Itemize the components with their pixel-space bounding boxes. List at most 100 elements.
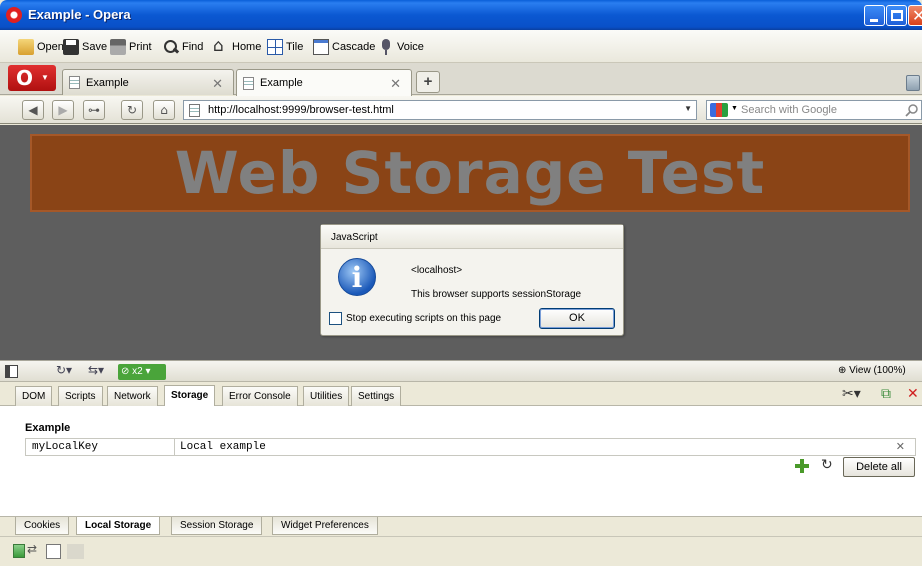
tab-scripts[interactable]: Scripts: [58, 386, 103, 406]
stop-scripts-label[interactable]: Stop executing scripts on this page: [346, 313, 501, 324]
trash-icon[interactable]: [906, 75, 920, 91]
zoom-box-icon[interactable]: [46, 544, 61, 559]
refresh-icon[interactable]: ↻: [821, 457, 833, 473]
voice-label: Voice: [397, 41, 424, 53]
tab-bar: O ▼ Example ✕ Example ✕ +: [0, 63, 922, 96]
find-button[interactable]: Find: [163, 38, 203, 56]
close-window-button[interactable]: ✕: [908, 5, 922, 26]
home-icon[interactable]: ⌂: [153, 100, 175, 120]
page-banner: Web Storage Test: [30, 134, 910, 212]
voice-button[interactable]: Voice: [378, 38, 424, 56]
open-label: Open: [37, 41, 64, 53]
opera-menu-button[interactable]: O ▼: [8, 65, 56, 91]
storage-pane: Example myLocalKey Local example ✕ ↻ Del…: [0, 406, 922, 516]
folder-icon: [18, 39, 34, 55]
tab-network[interactable]: Network: [107, 386, 158, 406]
debug-step-icon[interactable]: ↻▾: [56, 363, 72, 377]
column-divider: [174, 439, 175, 455]
tab-storage[interactable]: Storage: [164, 385, 216, 407]
zoom-icon: ⊕: [838, 365, 847, 376]
maximize-icon: [891, 10, 903, 21]
storage-section-title: Example: [25, 422, 71, 434]
tab-settings[interactable]: Settings: [351, 386, 402, 406]
subtab-session-storage[interactable]: Session Storage: [171, 517, 263, 535]
window-titlebar[interactable]: Example - Opera ✕: [0, 0, 922, 30]
print-button[interactable]: Print: [110, 38, 152, 56]
save-label: Save: [82, 41, 108, 53]
tab-example-1[interactable]: Example ✕: [62, 69, 234, 95]
key-icon[interactable]: ⊶: [83, 100, 105, 120]
reload-button[interactable]: ↻: [121, 100, 143, 120]
new-tab-button[interactable]: +: [416, 71, 440, 93]
errors-count: x2: [132, 366, 143, 377]
save-button[interactable]: Save: [63, 38, 107, 56]
add-item-icon[interactable]: [795, 459, 809, 473]
panel-toggle-icon[interactable]: [13, 544, 25, 558]
cascade-button[interactable]: Cascade: [313, 38, 375, 56]
window-title: Example - Opera: [28, 7, 131, 22]
back-button[interactable]: ◀: [22, 100, 44, 120]
tools-menu-icon[interactable]: ✂▾: [842, 386, 861, 402]
close-devtools-icon[interactable]: ✕: [907, 386, 919, 402]
opera-o-icon: O: [16, 66, 34, 90]
search-icon[interactable]: [905, 103, 919, 117]
tab-example-2[interactable]: Example ✕: [236, 69, 412, 96]
maximize-button[interactable]: [886, 5, 907, 26]
errors-badge[interactable]: ⊘ x2 ▾: [118, 364, 166, 380]
status-bar: ⇄: [0, 536, 922, 566]
subtab-widget-preferences[interactable]: Widget Preferences: [272, 517, 378, 535]
floppy-icon: [63, 39, 79, 55]
tab-label: Example: [86, 76, 129, 89]
dock-icon[interactable]: [5, 365, 18, 378]
google-icon[interactable]: [710, 103, 728, 117]
chevron-down-icon: ▼: [41, 73, 49, 82]
tile-button[interactable]: Tile: [267, 38, 303, 56]
minimize-button[interactable]: [864, 5, 885, 26]
open-button[interactable]: Open: [18, 38, 64, 56]
delete-all-button[interactable]: Delete all: [843, 457, 915, 477]
close-icon: ✕: [912, 6, 922, 25]
ok-button[interactable]: OK: [539, 308, 615, 329]
print-label: Print: [129, 41, 152, 53]
cascade-label: Cascade: [332, 41, 376, 53]
subtab-local-storage[interactable]: Local Storage: [76, 517, 161, 535]
chevron-down-icon[interactable]: ▼: [731, 105, 738, 112]
swap-icon[interactable]: ⇄: [27, 542, 37, 556]
find-label: Find: [182, 41, 204, 53]
subtab-cookies[interactable]: Cookies: [15, 517, 70, 535]
devtools-tabs: DOM Scripts Network Storage Error Consol…: [0, 382, 922, 407]
close-tab-icon[interactable]: ✕: [390, 76, 401, 92]
search-placeholder: Search with Google: [741, 104, 837, 116]
dialog-message: This browser supports sessionStorage: [411, 289, 582, 300]
page-favicon-icon: [243, 76, 254, 90]
page-favicon-icon: [69, 76, 80, 89]
dialog-title: JavaScript: [321, 225, 623, 249]
status-blank: [67, 544, 84, 559]
home-icon: [213, 36, 229, 56]
main-toolbar: Open Save Print Find Home Tile Cascade V…: [0, 30, 922, 63]
zoom-view[interactable]: ⊕ View (100%): [838, 365, 906, 376]
microphone-icon: [378, 39, 394, 55]
storage-key[interactable]: myLocalKey: [32, 441, 98, 453]
url-field[interactable]: http://localhost:9999/browser-test.html …: [183, 100, 697, 120]
undock-icon[interactable]: ⧉: [881, 386, 891, 402]
table-row[interactable]: myLocalKey Local example ✕: [25, 438, 916, 456]
stop-scripts-checkbox[interactable]: [329, 312, 342, 325]
chevron-down-icon[interactable]: ▼: [684, 104, 692, 113]
inspect-icon[interactable]: ⇆▾: [88, 363, 104, 377]
page-heading: Web Storage Test: [174, 139, 766, 207]
tab-error-console[interactable]: Error Console: [222, 386, 298, 406]
delete-row-icon[interactable]: ✕: [896, 440, 905, 453]
home-label: Home: [232, 41, 262, 53]
home-button[interactable]: Home: [213, 36, 262, 56]
tab-label: Example: [260, 77, 303, 89]
search-field[interactable]: ▼ Search with Google: [706, 100, 922, 120]
tab-dom[interactable]: DOM: [15, 386, 53, 406]
tab-utilities[interactable]: Utilities: [303, 386, 350, 406]
storage-value[interactable]: Local example: [180, 441, 266, 453]
close-tab-icon[interactable]: ✕: [212, 76, 223, 92]
tile-label: Tile: [286, 41, 304, 53]
printer-icon: [110, 39, 126, 55]
storage-subtabs: Cookies Local Storage Session Storage Wi…: [0, 516, 922, 536]
forward-button[interactable]: ▶: [52, 100, 74, 120]
